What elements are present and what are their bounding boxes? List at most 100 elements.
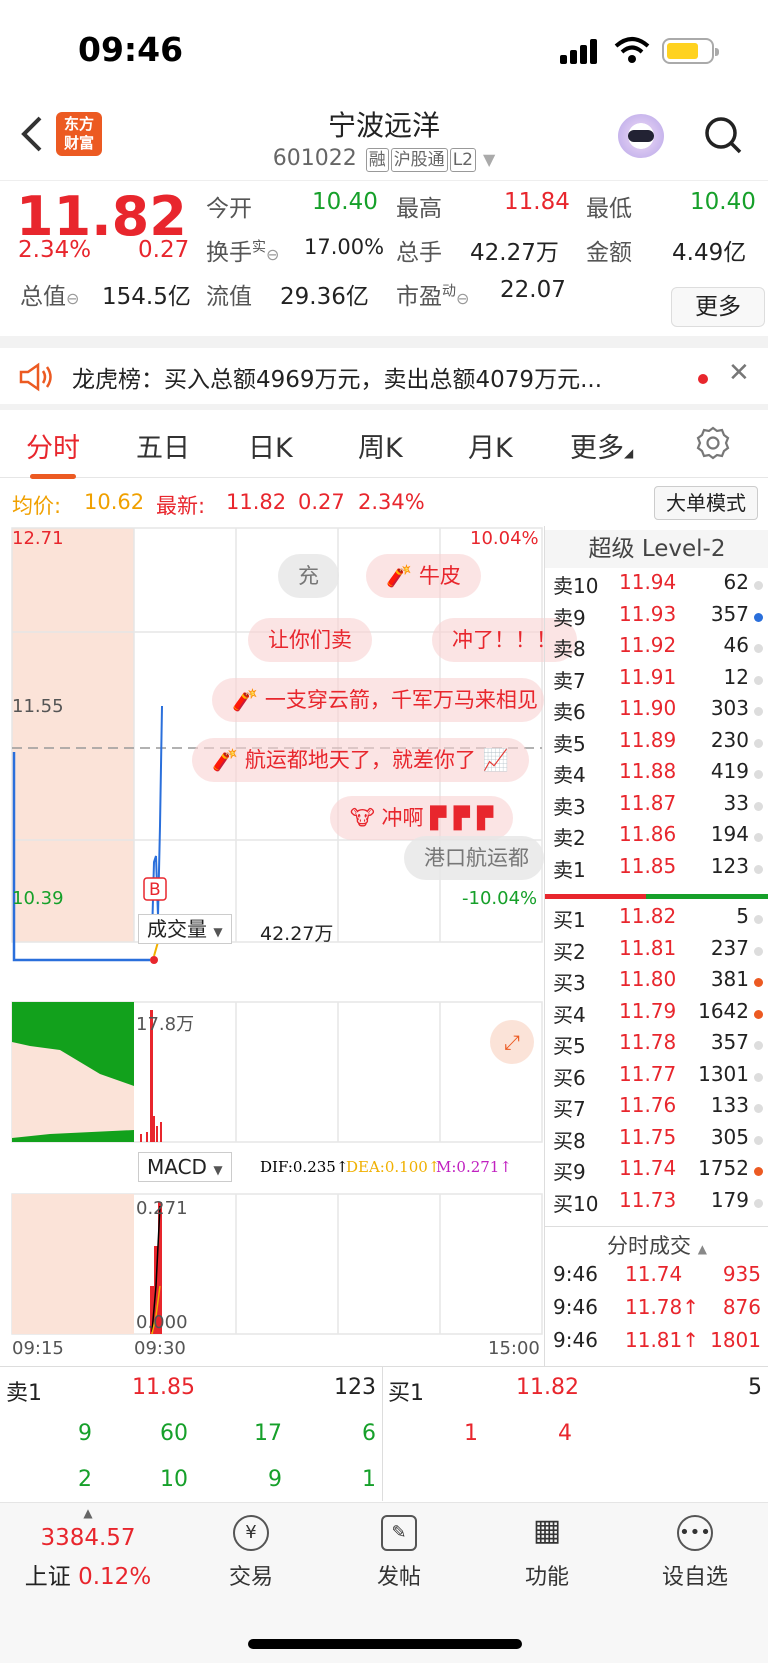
volume-value: 42.27万: [470, 240, 559, 266]
rising-chart-icon: 📈: [482, 748, 509, 772]
sell-queue-item: 10: [160, 1467, 188, 1492]
close-icon[interactable]: ✕: [728, 358, 750, 388]
big-order-mode-button[interactable]: 大单模式: [654, 486, 758, 520]
comment-bubble: 🐮 冲啊 ▛ ▛ ▛: [330, 796, 514, 840]
level-label: 卖3: [553, 794, 586, 819]
level-indicator-dot: [754, 581, 763, 590]
trade-volume: 876: [722, 1295, 761, 1319]
functions-button[interactable]: ▦ 功能: [492, 1515, 602, 1591]
tick-trades-title[interactable]: 分时成交 ▲: [545, 1230, 768, 1260]
price-summary-row: 均价: 10.62 最新: 11.82 0.27 2.34% 大单模式: [0, 480, 768, 526]
trade-price: 11.81↑: [625, 1328, 700, 1352]
home-indicator: [248, 1639, 522, 1649]
ox-icon: 🐮: [350, 806, 375, 830]
caret-down-icon: ▼: [482, 150, 496, 169]
search-icon[interactable]: [704, 116, 742, 154]
order-book-title: 超级 Level-2: [545, 530, 768, 568]
level-volume: 46: [723, 633, 749, 657]
post-button[interactable]: ✎ 发帖: [344, 1515, 454, 1591]
open-point: [150, 956, 158, 964]
level-volume: 381: [710, 967, 749, 991]
sell-level-row: 卖4 11.88 419: [545, 759, 768, 790]
macd-dif: DIF:0.235↑: [260, 1158, 349, 1176]
level-indicator-dot: [754, 1198, 763, 1208]
tab-weekly-k[interactable]: 周K: [358, 426, 403, 465]
firecracker-icon: 🧨: [386, 564, 413, 588]
comment-bubble: 🧨 牛皮: [366, 554, 481, 598]
caret-down-icon: ▼: [213, 925, 223, 939]
latest-percent: 2.34%: [358, 490, 425, 514]
level-label: 买3: [553, 971, 586, 995]
level-indicator-dot: [754, 644, 763, 653]
more-button[interactable]: 更多: [671, 287, 765, 327]
tick-trade-row: 9:46 11.81↑ 1801: [545, 1328, 768, 1359]
level-label: 卖5: [553, 731, 586, 756]
tab-monthly-k[interactable]: 月K: [468, 426, 513, 465]
total-value-label: 总值⊖: [20, 284, 80, 310]
macd-axis-top: 0.271: [136, 1198, 188, 1219]
caret-up-icon: ▲: [697, 1242, 707, 1256]
tab-intraday[interactable]: 分时: [26, 426, 80, 479]
level-price: 11.86: [619, 822, 677, 846]
change-value: 0.27: [138, 237, 190, 263]
comment-bubble: 🧨 航运都地天了，就差你了 📈: [192, 738, 529, 782]
level-volume: 305: [710, 1124, 749, 1149]
buy-level-row: 买6 11.77 1301: [545, 1062, 768, 1093]
total-value: 154.5亿: [102, 284, 191, 310]
index-widget[interactable]: ▲ 3384.57 上证 0.12%: [0, 1507, 176, 1591]
level-price: 11.94: [619, 570, 677, 594]
tab-more[interactable]: 更多◢: [570, 426, 633, 465]
level-price: 11.76: [619, 1093, 677, 1117]
tab-five-day[interactable]: 五日: [136, 426, 190, 465]
expand-icon[interactable]: ⤢: [490, 1020, 534, 1064]
order-book: 超级 Level-2 卖10 11.94 62 卖9 11.93 357 卖8 11.92 46…: [544, 526, 768, 1366]
level-label: 买7: [553, 1097, 586, 1121]
index-value: 3384.57: [40, 1525, 136, 1551]
tab-daily-k[interactable]: 日K: [248, 426, 293, 465]
buy1-volume: 5: [748, 1375, 762, 1400]
level-price: 11.92: [619, 633, 677, 657]
add-watchlist-button[interactable]: ••• 设自选: [640, 1515, 750, 1591]
quote-panel: 11.82 2.34% 0.27 总值⊖ 154.5亿 今开 10.40 最高 …: [0, 180, 768, 340]
firecracker-icon: 🧨: [212, 748, 239, 772]
volume-indicator-select[interactable]: 成交量 ▼: [138, 914, 232, 944]
sell-level-row: 卖5 11.89 230: [545, 728, 768, 759]
edit-icon: ✎: [381, 1515, 417, 1551]
sell-queue-item: 1: [362, 1467, 376, 1492]
sell-level-row: 卖8 11.92 46: [545, 633, 768, 664]
latest-value: 11.82: [226, 490, 287, 514]
level-price: 11.77: [619, 1061, 677, 1086]
level-label: 买5: [553, 1034, 586, 1058]
level-volume: 194: [710, 822, 749, 846]
more-dots-icon: •••: [677, 1515, 713, 1551]
level-label: 卖10: [553, 574, 599, 598]
level-indicator-dot: [754, 1009, 763, 1019]
best-quote-detail: 卖1 11.85 123 买1 11.82 5 9 60 17 6 2 10 9…: [0, 1366, 768, 1501]
level-volume: 237: [710, 935, 749, 960]
grid-icon: ▦: [532, 1513, 562, 1548]
level-label: 买10: [553, 1191, 599, 1216]
level-volume: 123: [710, 853, 749, 878]
intraday-chart[interactable]: B 12.71 11.55 10.39 10.04% -10.04% 充 🧨 牛…: [0, 526, 577, 1366]
firecracker-icon: 🧨: [232, 688, 259, 712]
macd-dea: DEA:0.100↑: [346, 1158, 441, 1176]
buy1-price: 11.82: [516, 1375, 579, 1400]
volume-axis-max: 17.8万: [136, 1014, 195, 1035]
turnover-value: 17.00%: [304, 235, 385, 259]
index-percent: 0.12%: [78, 1564, 152, 1590]
level-price: 11.90: [619, 696, 677, 720]
robot-assistant-icon[interactable]: [618, 114, 664, 158]
divider: [0, 336, 768, 348]
dragon-tiger-notice[interactable]: 龙虎榜：买入总额4969万元，卖出总额4079万元... ✕: [0, 348, 768, 410]
tag-l2: L2: [449, 148, 476, 172]
macd-indicator-select[interactable]: MACD ▼: [138, 1152, 232, 1182]
level-indicator-dot: [754, 1167, 763, 1176]
trade-button[interactable]: ¥ 交易: [196, 1515, 306, 1591]
sell-queue-item: 9: [268, 1467, 282, 1492]
gear-icon[interactable]: [696, 426, 730, 460]
float-value: 29.36亿: [280, 284, 369, 310]
level-price: 11.74: [619, 1156, 677, 1180]
pct-axis-top: 10.04%: [470, 528, 539, 549]
stock-code: 601022: [272, 146, 357, 171]
open-value: 10.40: [312, 189, 378, 215]
